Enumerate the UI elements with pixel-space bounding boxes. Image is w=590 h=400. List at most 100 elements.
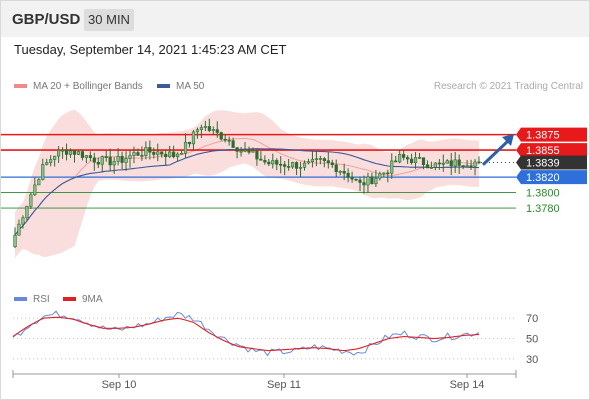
x-tick-label: Sep 10 xyxy=(102,379,137,391)
candle-body xyxy=(96,161,100,165)
chart-widget: GBP/USD 30 MIN Tuesday, September 14, 20… xyxy=(0,0,590,400)
candle-body xyxy=(334,164,338,173)
candle-body xyxy=(294,162,299,169)
candle-body xyxy=(76,151,81,155)
candle-body xyxy=(409,158,414,164)
candle-body xyxy=(207,126,211,131)
candle-body xyxy=(378,173,382,179)
candle-body xyxy=(457,159,461,166)
candle-body xyxy=(271,160,275,165)
candle-body xyxy=(148,147,152,153)
candle-body xyxy=(298,167,303,169)
price-label-current-2: 1.3839 xyxy=(526,157,560,169)
candle-body xyxy=(302,162,307,168)
candle-body xyxy=(425,164,430,169)
candle-body xyxy=(255,150,259,160)
candle-body xyxy=(227,139,231,142)
candle-body xyxy=(17,223,21,236)
candle-body xyxy=(429,167,434,169)
candle-body xyxy=(128,155,132,159)
candle-body xyxy=(116,155,120,162)
candle-body xyxy=(417,157,422,159)
candle-body xyxy=(445,160,449,164)
candle-body xyxy=(37,179,41,186)
candle-body xyxy=(390,160,394,174)
candle-body xyxy=(80,151,85,158)
candle-body xyxy=(370,176,374,185)
candle-body xyxy=(120,155,124,163)
candle-body xyxy=(382,172,386,175)
candle-body xyxy=(279,163,283,166)
candle-body xyxy=(21,217,25,225)
candle-body xyxy=(140,155,144,157)
candle-body xyxy=(57,149,61,157)
candle-body xyxy=(191,131,196,145)
candle-body xyxy=(465,165,469,167)
candle-body xyxy=(291,162,295,168)
candle-body xyxy=(314,158,319,161)
candle-body xyxy=(267,161,271,165)
price-label-resistance-1: 1.3855 xyxy=(526,145,560,157)
candle-body xyxy=(156,151,160,155)
candle-body xyxy=(449,160,453,167)
candle-body xyxy=(247,150,251,153)
x-tick-label: Sep 14 xyxy=(450,379,485,391)
candle-body xyxy=(41,164,45,180)
candle-body xyxy=(49,159,53,163)
candle-body xyxy=(318,158,322,160)
candle-body xyxy=(183,141,188,154)
candle-body xyxy=(152,151,156,155)
candle-body xyxy=(172,151,176,158)
candle-body xyxy=(402,154,406,158)
rsi-tick-label: 70 xyxy=(526,313,538,325)
price-label-resistance-0: 1.3875 xyxy=(526,130,560,142)
candle-body xyxy=(406,157,410,160)
candle-body xyxy=(64,149,69,155)
candle-body xyxy=(453,159,457,167)
candle-body xyxy=(144,147,148,156)
price-label-target-4: 1.3800 xyxy=(526,188,560,200)
candle-body xyxy=(132,152,136,156)
candle-body xyxy=(251,150,255,153)
candle-body xyxy=(243,150,247,152)
candle-body xyxy=(25,205,29,219)
candle-body xyxy=(136,152,140,156)
candle-body xyxy=(275,160,279,165)
candle-body xyxy=(68,150,73,155)
candle-body xyxy=(421,157,426,165)
candle-body xyxy=(461,165,465,167)
candle-body xyxy=(187,141,192,145)
candle-body xyxy=(235,147,239,152)
candle-body xyxy=(72,150,77,155)
candle-body xyxy=(441,163,445,165)
candle-body xyxy=(29,194,33,207)
candle-body xyxy=(477,161,481,164)
candle-body xyxy=(338,170,342,173)
candle-body xyxy=(473,161,477,167)
candle-body xyxy=(92,157,96,163)
candle-body xyxy=(437,162,441,165)
candle-body xyxy=(366,176,370,186)
candle-body xyxy=(354,178,358,181)
candle-body xyxy=(287,166,291,168)
price-label-target-5: 1.3780 xyxy=(526,203,560,215)
candle-body xyxy=(374,177,378,185)
candle-body xyxy=(310,159,315,162)
candle-body xyxy=(330,162,334,166)
candle-body xyxy=(179,152,184,155)
candle-body xyxy=(104,156,108,158)
candle-body xyxy=(350,177,354,180)
candle-body xyxy=(84,155,88,158)
candle-body xyxy=(124,158,128,163)
forecast-arrow-shaft xyxy=(481,139,510,166)
rsi-tick-label: 30 xyxy=(526,354,538,366)
candle-body xyxy=(160,151,164,155)
candle-body xyxy=(358,179,362,183)
candle-body xyxy=(433,162,437,168)
candle-body xyxy=(112,161,116,166)
candle-body xyxy=(223,138,227,141)
candle-body xyxy=(398,154,402,163)
candle-body xyxy=(45,162,49,165)
candle-body xyxy=(306,161,311,164)
candle-body xyxy=(259,158,263,161)
